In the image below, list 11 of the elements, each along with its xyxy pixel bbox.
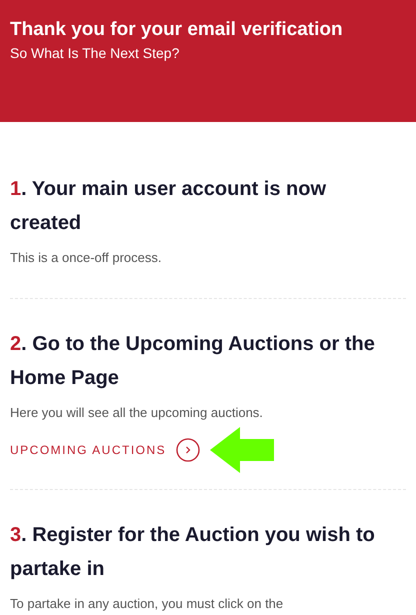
step-heading: 2. Go to the Upcoming Auctions or the Home Page: [10, 332, 376, 391]
step-description: Here you will see all the upcoming auctions.: [10, 404, 264, 422]
arrow-icon: [210, 427, 274, 473]
step-heading: 3. Register for the Auction you wish to partake in: [10, 523, 376, 582]
chevron-circle-icon: [176, 438, 200, 462]
step-heading: 1. Your main user account is now created: [10, 177, 328, 236]
page-title: Thank you for your email verification: [10, 18, 344, 42]
step-description: To partake in any auction, you must click on the: [10, 595, 284, 613]
page-subtitle: So What Is The Next Step?: [10, 44, 180, 63]
step-description: This is a once-off process.: [10, 249, 162, 267]
upcoming-auctions-link[interactable]: UPCOMING AUCTIONS: [10, 438, 200, 462]
